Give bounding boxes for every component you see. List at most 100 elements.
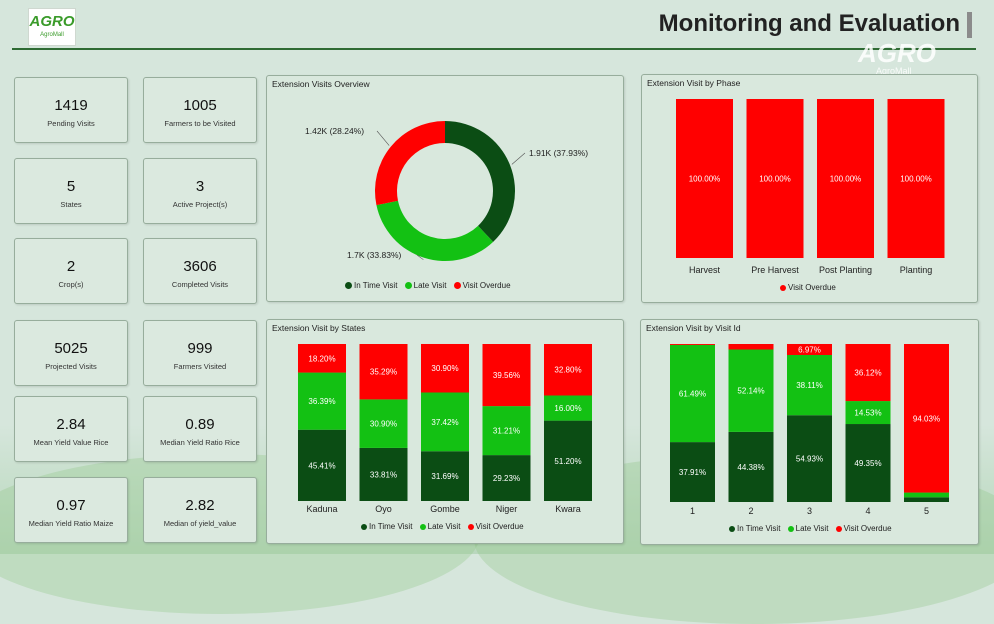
panel-visit-by-visit-id[interactable]: Extension Visit by Visit Id 37.91% 61.49%… [640, 319, 979, 545]
bar-data-label: 29.23% [493, 474, 520, 483]
legend-item-late[interactable]: Late Visit [404, 281, 447, 290]
kpi-label: Active Project(s) [172, 200, 228, 209]
kpi-card-farmers-to-visit[interactable]: 1005 Farmers to be Visited [143, 77, 257, 143]
bar-data-label: 31.21% [493, 427, 520, 436]
panel-visit-by-states[interactable]: Extension Visit by States 45.41% 36.39% 18… [266, 319, 624, 544]
kpi-label: Median of yield_value [163, 519, 237, 528]
kpi-card-median-yield-ratio-rice[interactable]: 0.89 Median Yield Ratio Rice [143, 396, 257, 462]
kpi-label: Completed Visits [171, 280, 229, 289]
kpi-label: Median Yield Ratio Maize [28, 519, 114, 528]
legend-swatch [419, 524, 426, 530]
kpi-card-pending-visits[interactable]: 1419 Pending Visits [14, 77, 128, 143]
kpi-label: Crop(s) [58, 280, 84, 289]
kpi-value: 3 [195, 178, 205, 195]
donut-chart: 1.91K (37.93%) 1.7K (33.83%) 1.42K (28.24%… [305, 121, 588, 261]
kpi-value: 1419 [54, 97, 88, 114]
bar-data-label: 94.03% [913, 414, 940, 423]
bar-data-label: 16.00% [554, 404, 581, 413]
bar-data-label: 52.14% [737, 387, 764, 396]
chart-legend: In Time Visit Late Visit Visit Overdue [729, 524, 897, 533]
agro-logo: AGRO AgroMall [28, 8, 76, 46]
legend-item-overdue[interactable]: Visit Overdue [467, 522, 524, 531]
x-tick-label: Niger [496, 504, 518, 514]
bar-data-label: 39.56% [493, 371, 520, 380]
legend-swatch [835, 526, 842, 532]
bar-segment [728, 344, 774, 350]
x-tick-label: Planting [900, 265, 933, 275]
kpi-value: 0.97 [56, 497, 86, 514]
x-tick-label: Kwara [555, 504, 581, 514]
kpi-card-median-yield-value[interactable]: 2.82 Median of yield_value [143, 477, 257, 543]
kpi-card-projected-visits[interactable]: 5025 Projected Visits [14, 320, 128, 386]
bar-data-label: 36.39% [308, 397, 335, 406]
kpi-card-active-projects[interactable]: 3 Active Project(s) [143, 158, 257, 224]
bar-data-label: 37.91% [679, 468, 706, 477]
donut-data-label: 1.7K (33.83%) [347, 250, 402, 260]
x-tick-label: Pre Harvest [751, 265, 799, 275]
bar-data-label: 37.42% [431, 418, 458, 427]
legend-item-late[interactable]: Late Visit [787, 524, 828, 533]
chart-legend: Visit Overdue [780, 283, 841, 292]
x-tick-label: 3 [807, 506, 812, 516]
legend-label: Late Visit [413, 281, 447, 290]
x-tick-label: Oyo [375, 504, 392, 514]
donut-slice [445, 121, 515, 242]
kpi-card-crops[interactable]: 2 Crop(s) [14, 238, 128, 304]
legend-swatch [780, 285, 786, 291]
kpi-card-states[interactable]: 5 States [14, 158, 128, 224]
panel-visits-overview[interactable]: Extension Visits Overview 1.91K (37.93%)… [266, 75, 624, 302]
kpi-label: Farmers Visited [173, 362, 227, 371]
bar-data-label: 18.20% [308, 354, 335, 363]
bar-data-label: 49.35% [854, 459, 881, 468]
bar-data-label: 33.81% [370, 470, 397, 479]
logo-subtext: AgroMall [40, 32, 64, 38]
logo-text: AGRO [29, 13, 75, 30]
bar-data-label: 30.90% [431, 364, 458, 373]
visitid-bar-chart: 37.91% 61.49% 1 44.38% 52.14% 2 54.93% 38.11% 6.… [670, 343, 949, 516]
bar-segment [904, 492, 949, 498]
legend-item-in-time[interactable]: In Time Visit [361, 522, 412, 531]
header-divider [12, 48, 976, 50]
legend-item-in-time[interactable]: In Time Visit [729, 524, 780, 533]
legend-swatch [453, 282, 461, 289]
kpi-card-farmers-visited[interactable]: 999 Farmers Visited [143, 320, 257, 386]
legend-swatch [404, 282, 412, 289]
bar-segment [904, 497, 949, 502]
bar-data-label: 100.00% [759, 175, 791, 184]
kpi-value: 1005 [183, 97, 217, 114]
legend-label: In Time Visit [354, 281, 398, 290]
bar-data-label: 32.80% [554, 366, 581, 375]
legend-item-overdue[interactable]: Visit Overdue [453, 281, 511, 290]
bar-data-label: 54.93% [796, 455, 823, 464]
kpi-card-median-yield-ratio-maize[interactable]: 0.97 Median Yield Ratio Maize [14, 477, 128, 543]
states-bar-chart: 45.41% 36.39% 18.20% Kaduna 33.81% 30.90% 35.2… [298, 343, 592, 514]
kpi-card-mean-yield-rice[interactable]: 2.84 Mean Yield Value Rice [14, 396, 128, 462]
bar-data-label: 51.20% [554, 457, 581, 466]
legend-label: Visit Overdue [843, 524, 892, 533]
kpi-label: Farmers to be Visited [164, 119, 236, 128]
legend-item-overdue[interactable]: Visit Overdue [835, 524, 892, 533]
legend-item-overdue[interactable]: Visit Overdue [780, 283, 836, 292]
x-tick-label: 4 [865, 506, 870, 516]
bar-data-label: 14.53% [854, 409, 881, 418]
legend-item-late[interactable]: Late Visit [419, 522, 460, 531]
bar-data-label: 61.49% [679, 390, 706, 399]
bar-segment [670, 344, 715, 345]
chart-legend: In Time Visit Late Visit Visit Overdue [345, 281, 516, 290]
donut-data-label: 1.42K (28.24%) [305, 126, 364, 136]
page-title: Monitoring and Evaluation [658, 10, 960, 37]
bar-data-label: 45.41% [308, 461, 335, 470]
legend-swatch [787, 526, 794, 532]
kpi-value: 3606 [183, 258, 217, 275]
legend-label: Visit Overdue [788, 283, 836, 292]
watermark-logo: AGRO [858, 38, 936, 68]
title-accent-bar [967, 12, 972, 38]
bar-data-label: 100.00% [689, 175, 721, 184]
legend-item-in-time[interactable]: In Time Visit [345, 281, 397, 290]
kpi-card-completed-visits[interactable]: 3606 Completed Visits [143, 238, 257, 304]
panel-visit-by-phase[interactable]: Extension Visit by Phase 100.00% Harvest 1… [641, 74, 978, 303]
donut-leader-line [511, 152, 526, 165]
kpi-label: States [60, 200, 82, 209]
x-tick-label: Gombe [430, 504, 460, 514]
bar-data-label: 100.00% [830, 175, 862, 184]
